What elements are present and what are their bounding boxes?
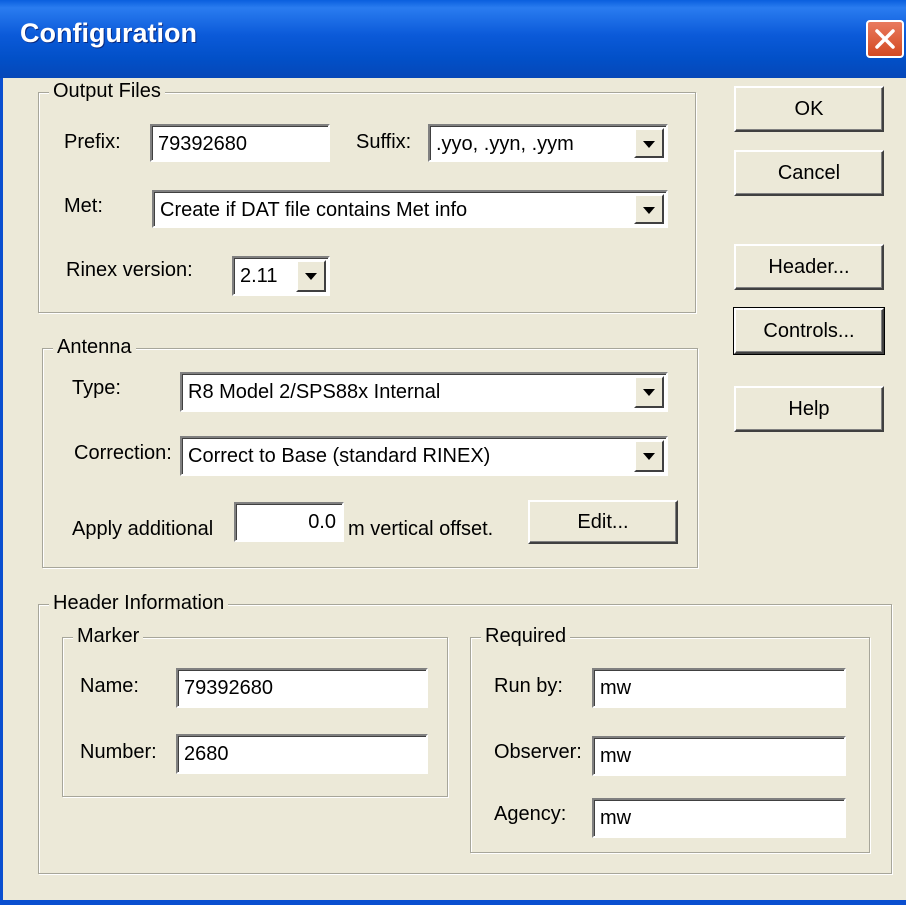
cancel-button[interactable]: Cancel [734, 150, 884, 196]
vertical-offset-input[interactable]: 0.0 [234, 502, 344, 542]
rinex-version-label: Rinex version: [66, 259, 193, 281]
suffix-dropdown-button[interactable] [634, 128, 664, 158]
marker-number-label: Number: [80, 741, 157, 763]
rinex-version-value: 2.11 [240, 265, 278, 287]
met-select[interactable]: Create if DAT file contains Met info [152, 190, 668, 228]
edit-button[interactable]: Edit... [528, 500, 678, 544]
antenna-type-label: Type: [72, 377, 121, 399]
antenna-type-dropdown-button[interactable] [634, 376, 664, 408]
marker-title: Marker [73, 624, 144, 648]
title-bar[interactable]: Configuration [0, 0, 906, 78]
observer-input[interactable]: mw [592, 736, 846, 776]
antenna-title: Antenna [53, 335, 136, 359]
met-dropdown-button[interactable] [634, 194, 664, 224]
controls-button-label: Controls... [763, 320, 855, 342]
run-by-input[interactable]: mw [592, 668, 846, 708]
window-frame-left [0, 78, 3, 905]
chevron-down-icon [305, 273, 317, 280]
window-title: Configuration [20, 18, 197, 48]
prefix-input[interactable]: 79392680 [150, 124, 330, 162]
help-button[interactable]: Help [734, 386, 884, 432]
antenna-type-select[interactable]: R8 Model 2/SPS88x Internal [180, 372, 668, 412]
marker-name-input[interactable]: 79392680 [176, 668, 428, 708]
edit-button-label: Edit... [577, 511, 629, 533]
cancel-button-label: Cancel [777, 162, 841, 184]
correction-value: Correct to Base (standard RINEX) [188, 445, 491, 467]
observer-label: Observer: [494, 741, 582, 763]
met-value: Create if DAT file contains Met info [160, 199, 468, 221]
close-button[interactable] [866, 20, 904, 58]
correction-label: Correction: [74, 442, 172, 464]
header-button-label: Header... [768, 256, 850, 278]
close-icon [875, 29, 895, 49]
correction-select[interactable]: Correct to Base (standard RINEX) [180, 436, 668, 476]
header-button[interactable]: Header... [734, 244, 884, 290]
run-by-label: Run by: [494, 675, 563, 697]
chevron-down-icon [643, 141, 655, 148]
header-information-title: Header Information [49, 591, 229, 615]
marker-number-input[interactable]: 2680 [176, 734, 428, 774]
required-title: Required [481, 624, 571, 648]
help-button-label: Help [788, 398, 830, 420]
agency-input[interactable]: mw [592, 798, 846, 838]
output-files-title: Output Files [49, 79, 165, 103]
agency-label: Agency: [494, 803, 567, 825]
apply-additional-label: Apply additional [72, 518, 214, 540]
controls-button[interactable]: Controls... [733, 307, 885, 355]
correction-dropdown-button[interactable] [634, 440, 664, 472]
rinex-version-select[interactable]: 2.11 [232, 256, 330, 296]
chevron-down-icon [643, 453, 655, 460]
chevron-down-icon [643, 207, 655, 214]
suffix-value: .yyo, .yyn, .yym [436, 133, 574, 155]
prefix-label: Prefix: [64, 131, 121, 153]
chevron-down-icon [643, 389, 655, 396]
vertical-offset-label: m vertical offset. [348, 518, 494, 540]
suffix-label: Suffix: [356, 131, 412, 153]
ok-button-label: OK [794, 98, 824, 120]
suffix-select[interactable]: .yyo, .yyn, .yym [428, 124, 668, 162]
ok-button[interactable]: OK [734, 86, 884, 132]
configuration-dialog: Configuration Output Files Prefix: 79392… [0, 0, 906, 905]
met-label: Met: [64, 195, 103, 217]
window-frame-bottom [0, 900, 906, 905]
marker-name-label: Name: [80, 675, 139, 697]
rinex-version-dropdown-button[interactable] [296, 260, 326, 292]
antenna-type-value: R8 Model 2/SPS88x Internal [188, 381, 441, 403]
